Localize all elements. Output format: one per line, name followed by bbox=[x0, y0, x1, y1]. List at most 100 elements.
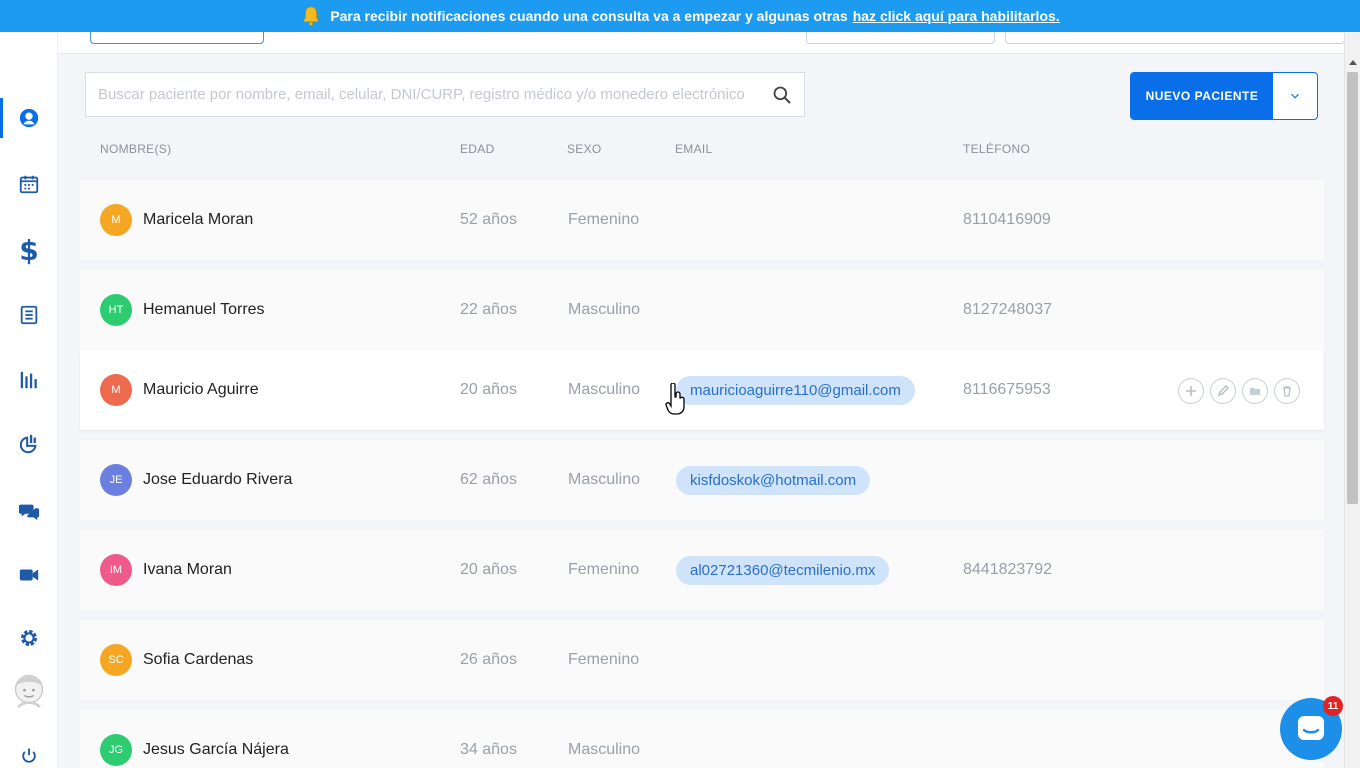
power-icon bbox=[22, 748, 36, 763]
header-name[interactable]: NOMBRE(S) bbox=[100, 142, 171, 156]
patient-avatar: JG bbox=[100, 734, 132, 766]
notification-banner: Para recibir notificaciones cuando una c… bbox=[0, 0, 1360, 32]
patient-email[interactable]: al02721360@tecmilenio.mx bbox=[676, 556, 890, 585]
gear-icon bbox=[20, 629, 38, 647]
sidebar-item-settings[interactable] bbox=[0, 618, 58, 658]
vertical-scrollbar[interactable] bbox=[1344, 32, 1360, 768]
patient-avatar: M bbox=[100, 374, 132, 406]
new-patient-dropdown[interactable] bbox=[1273, 73, 1317, 119]
user-avatar-icon bbox=[14, 674, 44, 709]
table-row[interactable]: HT Hemanuel Torres 22 años Masculino 8127248… bbox=[80, 270, 1324, 350]
pencil-icon bbox=[1217, 385, 1229, 397]
sidebar-item-video[interactable] bbox=[0, 555, 58, 595]
patient-age: 20 años bbox=[460, 381, 517, 398]
sidebar-item-patients[interactable] bbox=[0, 98, 58, 138]
patient-search bbox=[85, 72, 805, 117]
patient-avatar: JE bbox=[100, 464, 132, 496]
chat-bubbles-icon bbox=[18, 504, 40, 521]
banner-text: Para recibir notificaciones cuando una c… bbox=[330, 8, 848, 24]
patient-age: 34 años bbox=[460, 741, 517, 758]
patient-age: 62 años bbox=[460, 471, 517, 488]
row-actions bbox=[1178, 378, 1300, 404]
trash-icon bbox=[1283, 386, 1291, 397]
table-row[interactable]: JG Jesus García Nájera 34 años Masculino bbox=[80, 710, 1324, 768]
patient-phone: 8127248037 bbox=[963, 301, 1052, 318]
header-age[interactable]: EDAD bbox=[460, 142, 495, 156]
patient-name[interactable]: Sofia Cardenas bbox=[143, 620, 253, 700]
sidebar-item-messages[interactable] bbox=[0, 491, 58, 531]
add-appointment-button[interactable] bbox=[1178, 378, 1204, 404]
search-input[interactable] bbox=[98, 86, 772, 103]
header-sex[interactable]: SEXO bbox=[567, 142, 602, 156]
edit-patient-button[interactable] bbox=[1210, 378, 1236, 404]
sidebar-item-calendar[interactable] bbox=[0, 164, 58, 204]
patient-name[interactable]: Jesus García Nájera bbox=[143, 710, 289, 768]
patient-avatar: IM bbox=[100, 554, 132, 586]
patient-sex: Masculino bbox=[568, 741, 641, 758]
patient-name[interactable]: Ivana Moran bbox=[143, 530, 232, 610]
sidebar-item-marketing[interactable] bbox=[0, 424, 58, 464]
patient-email[interactable]: kisfdoskok@hotmail.com bbox=[676, 466, 871, 495]
table-row[interactable]: JE Jose Eduardo Rivera 62 años Masculino kis… bbox=[80, 440, 1324, 520]
patient-sex: Masculino bbox=[568, 471, 641, 488]
chat-icon bbox=[1298, 716, 1324, 740]
patient-name[interactable]: Maricela Moran bbox=[143, 180, 253, 260]
patient-age: 26 años bbox=[460, 651, 517, 668]
sidebar-item-records[interactable] bbox=[0, 295, 58, 335]
calendar-icon bbox=[19, 175, 39, 194]
patient-age: 20 años bbox=[460, 561, 517, 578]
patient-sex: Femenino bbox=[568, 211, 640, 228]
video-camera-icon bbox=[19, 569, 39, 581]
enable-notifications-link[interactable]: haz click aquí para habilitarlos. bbox=[853, 8, 1060, 24]
scrollbar-thumb[interactable] bbox=[1347, 72, 1358, 504]
patient-email[interactable]: mauricioaguirre110@gmail.com bbox=[676, 376, 915, 405]
top-toolbar-field[interactable] bbox=[806, 32, 995, 44]
bell-icon bbox=[303, 6, 320, 26]
scroll-up-arrow[interactable] bbox=[1349, 60, 1357, 65]
patients-page: NUEVO PACIENTE NOMBRE(S) EDAD SEXO EMAIL… bbox=[58, 32, 1344, 768]
search-icon[interactable] bbox=[772, 85, 792, 105]
chat-unread-badge: 11 bbox=[1323, 696, 1343, 716]
patient-sex: Femenino bbox=[568, 651, 640, 668]
sidebar-item-profile[interactable] bbox=[0, 664, 58, 718]
patient-avatar: SC bbox=[100, 644, 132, 676]
table-row[interactable]: SC Sofia Cardenas 26 años Femenino bbox=[80, 620, 1324, 700]
patient-name[interactable]: Mauricio Aguirre bbox=[143, 350, 259, 430]
patient-avatar: HT bbox=[100, 294, 132, 326]
bar-chart-icon bbox=[20, 371, 37, 389]
folder-icon bbox=[1250, 388, 1260, 395]
sidebar-item-billing[interactable]: $ bbox=[0, 230, 58, 270]
patient-file-button[interactable] bbox=[1242, 378, 1268, 404]
delete-patient-button[interactable] bbox=[1274, 378, 1300, 404]
patients-icon bbox=[19, 108, 39, 128]
top-toolbar-button[interactable] bbox=[90, 32, 264, 44]
sidebar: $ bbox=[0, 32, 58, 768]
chevron-down-icon bbox=[1291, 93, 1299, 99]
new-patient-button[interactable]: NUEVO PACIENTE bbox=[1131, 73, 1273, 119]
table-row[interactable]: IM Ivana Moran 20 años Femenino 8441823792 al… bbox=[80, 530, 1324, 610]
sidebar-item-logout[interactable] bbox=[0, 746, 58, 768]
top-toolbar-field[interactable] bbox=[1005, 32, 1344, 44]
list-document-icon bbox=[20, 305, 38, 325]
patient-sex: Femenino bbox=[568, 561, 640, 578]
patient-age: 52 años bbox=[460, 211, 517, 228]
patient-phone: 8110416909 bbox=[963, 211, 1051, 228]
patient-sex: Masculino bbox=[568, 301, 641, 318]
patient-name[interactable]: Hemanuel Torres bbox=[143, 270, 265, 350]
top-toolbar-strip bbox=[58, 32, 1344, 54]
header-email[interactable]: EMAIL bbox=[675, 142, 713, 156]
marketing-chart-icon bbox=[19, 434, 37, 454]
header-phone[interactable]: TELÉFONO bbox=[963, 142, 1030, 156]
patient-phone: 8441823792 bbox=[963, 561, 1052, 578]
plus-icon bbox=[1186, 386, 1196, 396]
table-row[interactable]: M Maricela Moran 52 años Femenino 8110416909 bbox=[80, 180, 1324, 260]
table-row[interactable]: M Mauricio Aguirre 20 años Masculino 8116675… bbox=[80, 350, 1324, 430]
dollar-icon: $ bbox=[19, 233, 39, 267]
patient-phone: 8116675953 bbox=[963, 381, 1051, 398]
patient-avatar: M bbox=[100, 204, 132, 236]
patient-age: 22 años bbox=[460, 301, 517, 318]
new-patient-button-group: NUEVO PACIENTE bbox=[1130, 72, 1318, 120]
patient-name[interactable]: Jose Eduardo Rivera bbox=[143, 440, 292, 520]
sidebar-item-reports[interactable] bbox=[0, 360, 58, 400]
patient-sex: Masculino bbox=[568, 381, 641, 398]
